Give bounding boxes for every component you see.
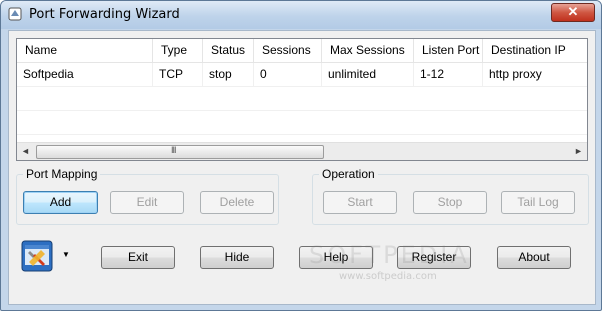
cell-type: TCP bbox=[153, 63, 203, 86]
table-row[interactable]: Softpedia TCP stop 0 unlimited 1-12 http… bbox=[17, 63, 587, 87]
empty-row bbox=[17, 111, 587, 135]
about-button[interactable]: About bbox=[497, 246, 571, 269]
cell-sessions: 0 bbox=[254, 63, 322, 86]
tools-icon[interactable] bbox=[21, 240, 53, 272]
stop-button[interactable]: Stop bbox=[413, 191, 487, 214]
empty-row bbox=[17, 87, 587, 111]
edit-button[interactable]: Edit bbox=[110, 191, 184, 214]
client-area: Name Type Status Sessions Max Sessions L… bbox=[8, 30, 596, 305]
start-button[interactable]: Start bbox=[323, 191, 397, 214]
horizontal-scrollbar[interactable]: ◄ III ► bbox=[17, 142, 587, 160]
delete-button[interactable]: Delete bbox=[200, 191, 274, 214]
title-bar[interactable]: Port Forwarding Wizard ✕ bbox=[1, 1, 601, 29]
port-mapping-label: Port Mapping bbox=[23, 167, 101, 181]
scroll-left-icon[interactable]: ◄ bbox=[17, 143, 34, 160]
watermark-text: SOFTPEDIA bbox=[309, 241, 470, 269]
app-icon bbox=[8, 7, 22, 21]
column-header-name[interactable]: Name bbox=[17, 39, 153, 62]
column-header-max-sessions[interactable]: Max Sessions bbox=[322, 39, 414, 62]
chevron-down-icon[interactable]: ▼ bbox=[62, 250, 70, 259]
close-button[interactable]: ✕ bbox=[551, 3, 595, 22]
table-header: Name Type Status Sessions Max Sessions L… bbox=[17, 39, 587, 63]
app-window: Port Forwarding Wizard ✕ Name Type Statu… bbox=[0, 0, 602, 311]
tail-log-button[interactable]: Tail Log bbox=[501, 191, 575, 214]
port-mapping-group: Port Mapping Add Edit Delete bbox=[16, 167, 279, 225]
add-button[interactable]: Add bbox=[23, 191, 98, 214]
column-header-status[interactable]: Status bbox=[203, 39, 254, 62]
scroll-grip-icon: III bbox=[171, 145, 176, 155]
column-header-listen-port[interactable]: Listen Port bbox=[414, 39, 483, 62]
watermark-url: www.softpedia.com bbox=[339, 271, 437, 282]
exit-button[interactable]: Exit bbox=[101, 246, 175, 269]
column-header-sessions[interactable]: Sessions bbox=[254, 39, 322, 62]
operation-label: Operation bbox=[319, 167, 378, 181]
operation-group: Operation Start Stop Tail Log bbox=[312, 167, 589, 225]
column-header-destination-ip[interactable]: Destination IP bbox=[483, 39, 587, 62]
window-title: Port Forwarding Wizard bbox=[29, 7, 180, 22]
cell-destination-ip: http proxy bbox=[489, 67, 542, 81]
cell-listen-port: 1-12 bbox=[414, 63, 483, 86]
empty-row bbox=[17, 135, 587, 141]
scroll-thumb[interactable]: III bbox=[36, 145, 324, 159]
cell-name: Softpedia bbox=[17, 63, 153, 86]
cell-max-sessions: unlimited bbox=[322, 63, 414, 86]
cell-status: stop bbox=[203, 63, 254, 86]
hide-button[interactable]: Hide bbox=[200, 246, 274, 269]
column-header-type[interactable]: Type bbox=[153, 39, 203, 62]
scroll-right-icon[interactable]: ► bbox=[570, 143, 587, 160]
port-table[interactable]: Name Type Status Sessions Max Sessions L… bbox=[16, 38, 588, 161]
